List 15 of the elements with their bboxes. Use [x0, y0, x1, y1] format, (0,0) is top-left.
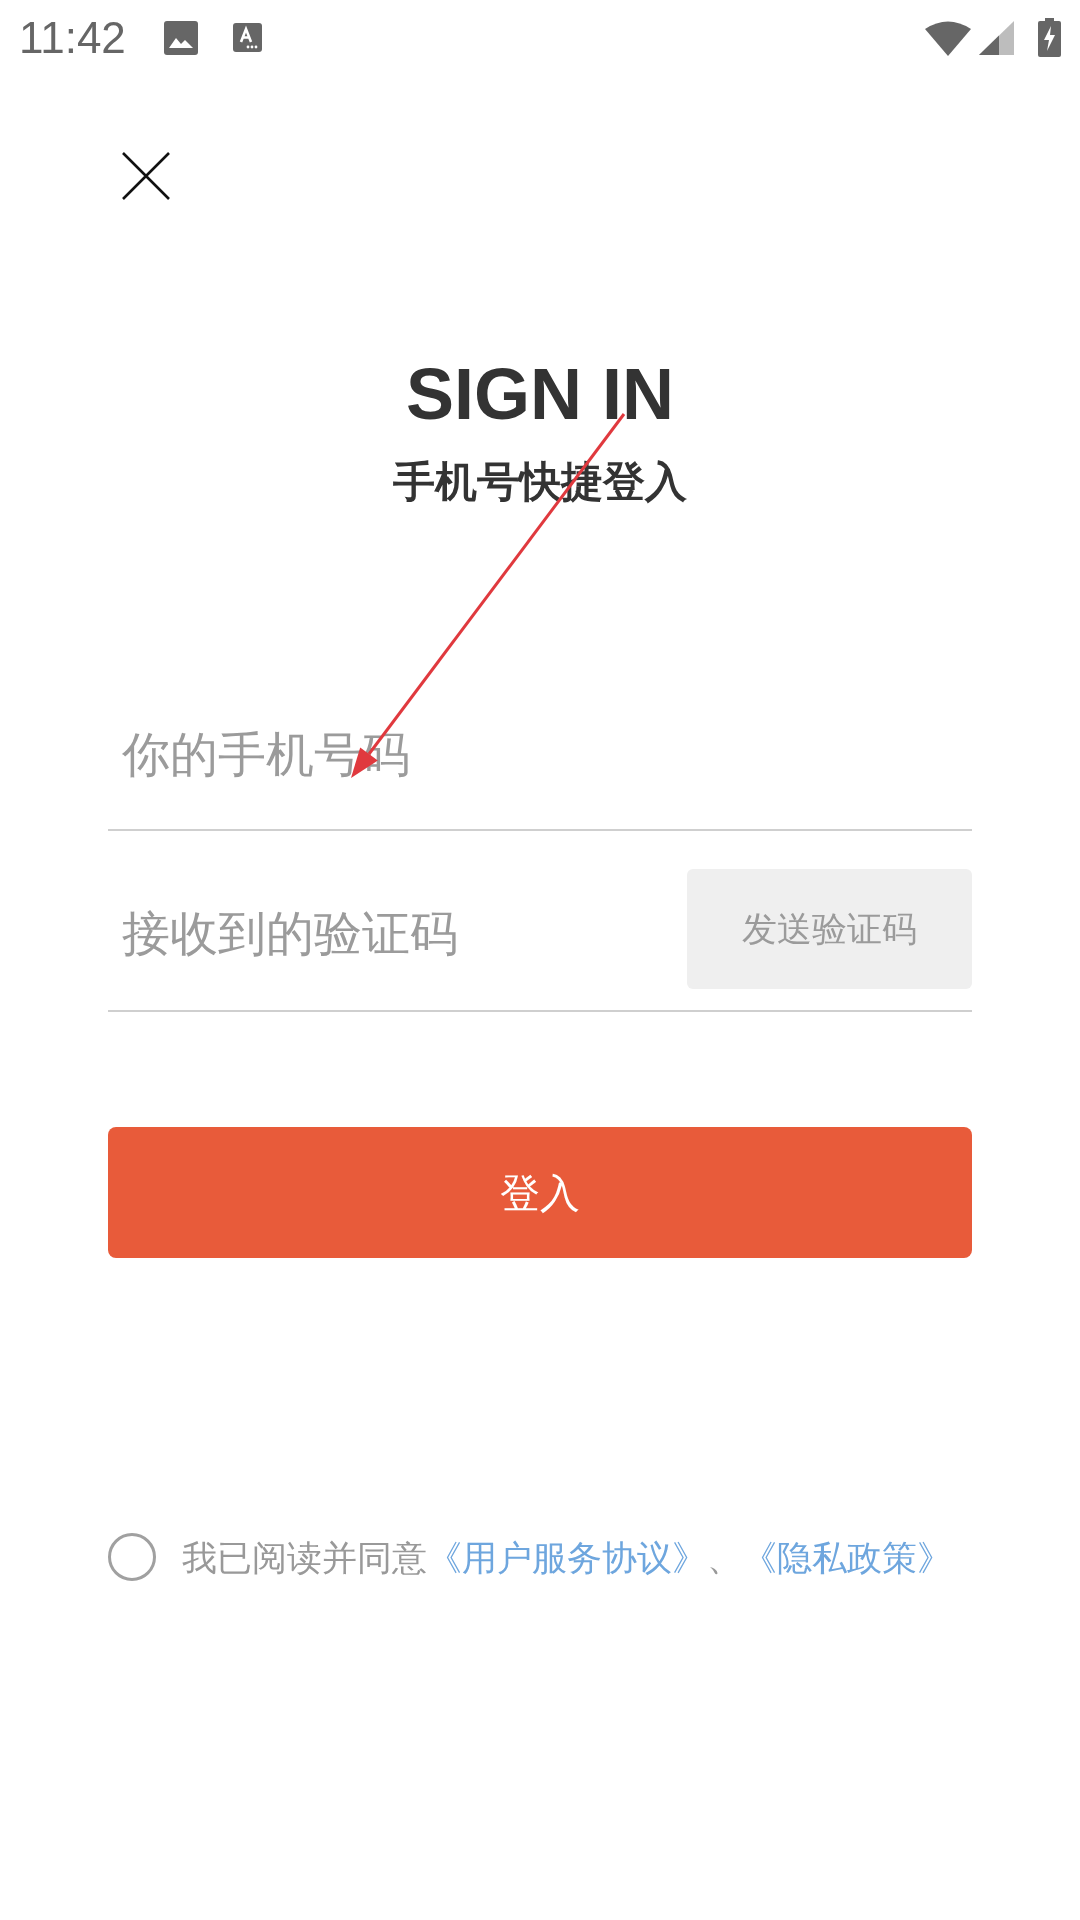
signal-icon [979, 20, 1014, 55]
letter-tile-icon [232, 23, 262, 52]
agreement-link[interactable]: 《用户服务协议》 [427, 1537, 707, 1577]
close-button[interactable] [122, 152, 170, 200]
code-input-field[interactable]: 接收到的验证码 [108, 884, 687, 984]
agreement-link[interactable]: 《隐私政策》 [742, 1537, 952, 1577]
agreement-text: 我已阅读并同意《用户服务协议》、《隐私政策》 [182, 1539, 952, 1575]
login-button[interactable]: 登入 [108, 1127, 972, 1258]
page-title: SIGN IN [406, 358, 674, 430]
agreement-checkbox[interactable] [108, 1533, 156, 1581]
wifi-icon [925, 19, 971, 56]
close-icon [122, 152, 170, 200]
battery-charging-icon [1038, 18, 1061, 57]
image-icon [163, 20, 198, 55]
status-time: 11:42 [19, 15, 126, 60]
